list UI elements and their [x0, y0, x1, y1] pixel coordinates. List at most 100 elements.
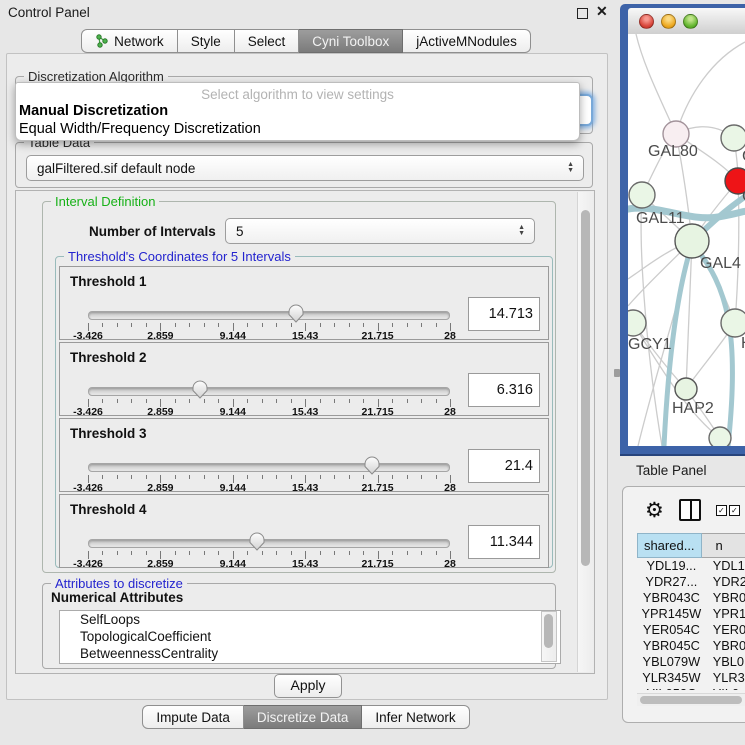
slider-tick-labels: -3.4262.8599.14415.4321.71528 [88, 330, 450, 342]
horizontal-scrollbar[interactable] [637, 693, 745, 706]
table-data-combobox[interactable]: galFiltered.sif default node ▲▼ [26, 155, 584, 181]
table-data-value: galFiltered.sif default node [37, 161, 195, 176]
tick-label: -3.426 [73, 406, 103, 418]
dropdown-option-equal-width[interactable]: Equal Width/Frequency Discretization [19, 121, 261, 137]
zoom-traffic-light[interactable] [683, 14, 698, 29]
tick-label: 2.859 [147, 330, 173, 342]
tick-label: -3.426 [73, 330, 103, 342]
column-header-name[interactable]: n [702, 533, 745, 558]
slider-track[interactable] [88, 311, 450, 320]
dropdown-option-manual[interactable]: Manual Discretization [19, 103, 168, 119]
tick-label: 28 [444, 406, 456, 418]
column-header-shared[interactable]: shared... [637, 533, 702, 558]
number-of-intervals-label: Number of Intervals [89, 224, 216, 239]
cell-name: YDR2 [706, 574, 745, 590]
table-row[interactable]: YBL079WYBL0 [637, 654, 745, 670]
tab-discretize-data[interactable]: Discretize Data [244, 705, 363, 729]
vertical-scrollbar[interactable] [577, 192, 593, 672]
node-GCY1[interactable] [628, 310, 646, 336]
node-HAP2[interactable] [675, 378, 697, 400]
threshold-value-field[interactable]: 14.713 [468, 297, 540, 331]
scrollbar-thumb[interactable] [544, 614, 553, 648]
threshold-value-field[interactable]: 21.4 [468, 449, 540, 483]
table-row[interactable]: YBR045CYBR0 [637, 638, 745, 654]
node-bottom[interactable] [709, 427, 731, 446]
tab-style[interactable]: Style [178, 29, 235, 53]
tab-cyni-toolbox[interactable]: Cyni Toolbox [299, 29, 403, 53]
slider-thumb[interactable] [191, 380, 209, 400]
close-traffic-light[interactable] [639, 14, 654, 29]
threshold-label: Threshold 4 [70, 502, 147, 517]
attribute-list-item[interactable]: TopologicalCoefficient [60, 628, 560, 645]
tick-label: 21.715 [362, 558, 394, 570]
tab-network[interactable]: Network [81, 29, 178, 53]
node-GAL11[interactable] [629, 182, 655, 208]
tick-label: -3.426 [73, 558, 103, 570]
cell-shared-name: YPR145W [637, 606, 706, 622]
number-of-intervals-combobox[interactable]: 5 ▲▼ [225, 218, 535, 244]
table-row[interactable]: YPR145WYPR1 [637, 606, 745, 622]
table-row[interactable]: YIL052CYIL0 [637, 686, 745, 690]
numerical-attributes-list[interactable]: SelfLoopsTopologicalCoefficientBetweenne… [59, 610, 561, 664]
cell-name: YLR3 [706, 670, 745, 686]
table-row[interactable]: YDR27...YDR2 [637, 574, 745, 590]
tick-label: 9.144 [220, 558, 246, 570]
tick-label: 9.144 [220, 330, 246, 342]
gear-icon[interactable]: ⚙ [645, 500, 664, 521]
table-toolbar: ⚙ ✓ ✓ [623, 493, 745, 527]
tab-select[interactable]: Select [235, 29, 300, 53]
float-window-icon[interactable] [577, 8, 588, 19]
minimize-traffic-light[interactable] [661, 14, 676, 29]
checkbox-icon: ✓ [716, 505, 727, 516]
threshold-list: Threshold 1-3.4262.8599.14415.4321.71528… [59, 266, 549, 570]
tab-infer-network[interactable]: Infer Network [362, 705, 469, 729]
number-of-intervals-value: 5 [236, 224, 244, 239]
checkbox-icon: ✓ [729, 505, 740, 516]
node-right[interactable] [721, 309, 745, 337]
tab-jactivemnodules[interactable]: jActiveMNodules [403, 29, 531, 53]
group-title: Interval Definition [51, 194, 159, 209]
slider-thumb[interactable] [287, 304, 305, 324]
scrollbar-thumb[interactable] [581, 210, 590, 566]
network-window-titlebar[interactable] [628, 8, 745, 35]
attribute-list-item[interactable]: BetweennessCentrality [60, 645, 560, 662]
tick-label: 9.144 [220, 482, 246, 494]
slider-track[interactable] [88, 539, 450, 548]
node-label: GAL4 [700, 255, 741, 272]
slider-thumb[interactable] [363, 456, 381, 476]
cell-name: YER0 [706, 622, 745, 638]
table-panel: ⚙ ✓ ✓ shared... n YDL19...YDL1YDR27...YD… [622, 486, 745, 723]
threshold-value-field[interactable]: 6.316 [468, 373, 540, 407]
table-row[interactable]: YDL19...YDL1 [637, 558, 745, 574]
table-row[interactable]: YLR345WYLR3 [637, 670, 745, 686]
slider-track[interactable] [88, 387, 450, 396]
attribute-list-item[interactable]: SelfLoops [60, 611, 560, 628]
tick-label: 28 [444, 558, 456, 570]
control-panel-titlebar: Control Panel ✕ [0, 0, 612, 24]
tick-label: 2.859 [147, 406, 173, 418]
threshold-box: Threshold 1-3.4262.8599.14415.4321.71528… [59, 266, 549, 340]
select-columns-icon[interactable]: ✓ ✓ [716, 505, 740, 516]
scrollbar-thumb[interactable] [640, 696, 742, 704]
table-row[interactable]: YER054CYER0 [637, 622, 745, 638]
table-panel-title: Table Panel [636, 463, 707, 478]
table-row[interactable]: YBR043CYBR0 [637, 590, 745, 606]
apply-button[interactable]: Apply [274, 674, 342, 698]
node-GAL4[interactable] [675, 224, 709, 258]
cell-name: YDL1 [706, 558, 745, 574]
slider-tick-labels: -3.4262.8599.14415.4321.71528 [88, 482, 450, 494]
split-divider-grip[interactable] [614, 369, 620, 377]
thresholds-group: Threshold's Coordinates for 5 Intervals … [55, 256, 553, 568]
table-header-row: shared... n [637, 533, 745, 558]
close-icon[interactable]: ✕ [596, 3, 608, 20]
list-scrollbar[interactable] [541, 611, 557, 662]
slider-track[interactable] [88, 463, 450, 472]
columns-icon[interactable] [679, 499, 701, 521]
tick-label: 15.43 [292, 330, 318, 342]
slider-thumb[interactable] [248, 532, 266, 552]
tab-impute-data[interactable]: Impute Data [142, 705, 244, 729]
network-canvas[interactable]: GAL80GCGAL11GAL4GCY1HHAP2 [628, 34, 745, 446]
threshold-value-field[interactable]: 11.344 [468, 525, 540, 559]
dropdown-prompt: Select algorithm to view settings [16, 87, 579, 102]
settings-scrollpane: Interval Definition Number of Intervals … [15, 190, 595, 674]
